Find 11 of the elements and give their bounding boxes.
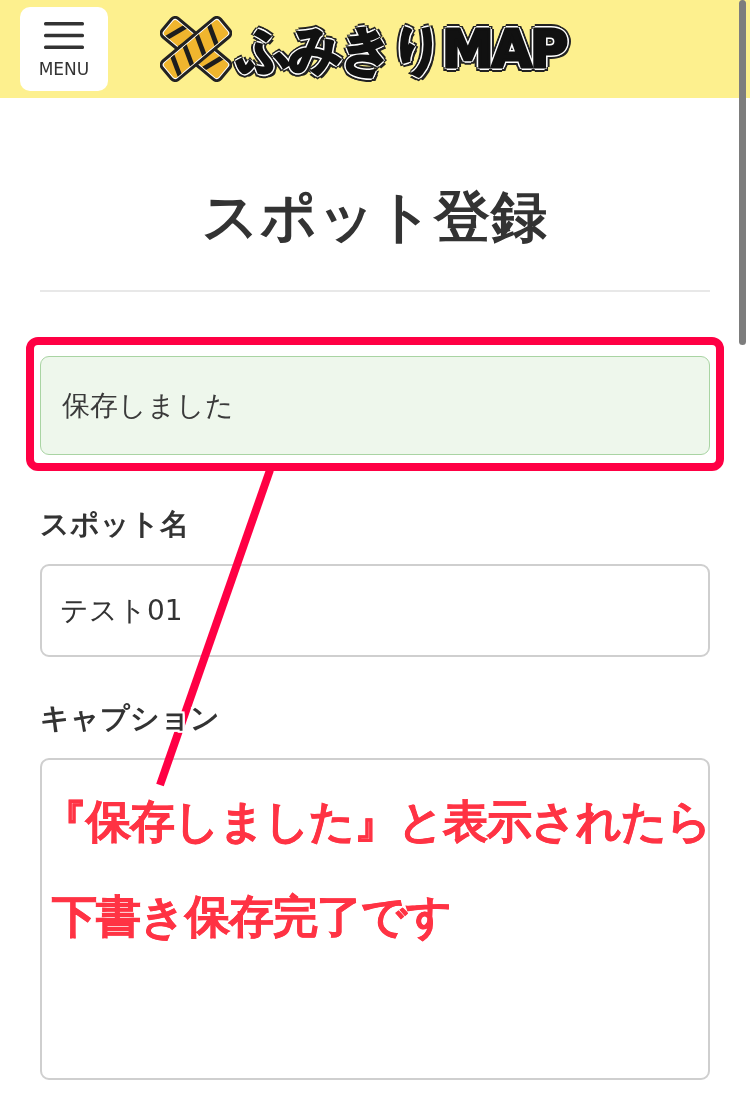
field-label: スポット名 bbox=[40, 506, 189, 543]
page-title: スポット登録 bbox=[201, 183, 549, 251]
menu-button[interactable]: MENU bbox=[20, 7, 108, 91]
caption-textarea[interactable] bbox=[40, 758, 710, 1080]
annotation-text: 下書き保存完了です bbox=[52, 889, 451, 945]
success-alert: 保存しました bbox=[40, 356, 710, 455]
annotation-text: 『保存しました』と表示されたら bbox=[42, 794, 711, 850]
text-input[interactable]: テスト01 bbox=[40, 564, 710, 657]
scrollbar-thumb[interactable] bbox=[739, 0, 746, 345]
menu-icon bbox=[44, 22, 84, 49]
logo-link[interactable]: ふみきりMAP bbox=[160, 16, 573, 82]
